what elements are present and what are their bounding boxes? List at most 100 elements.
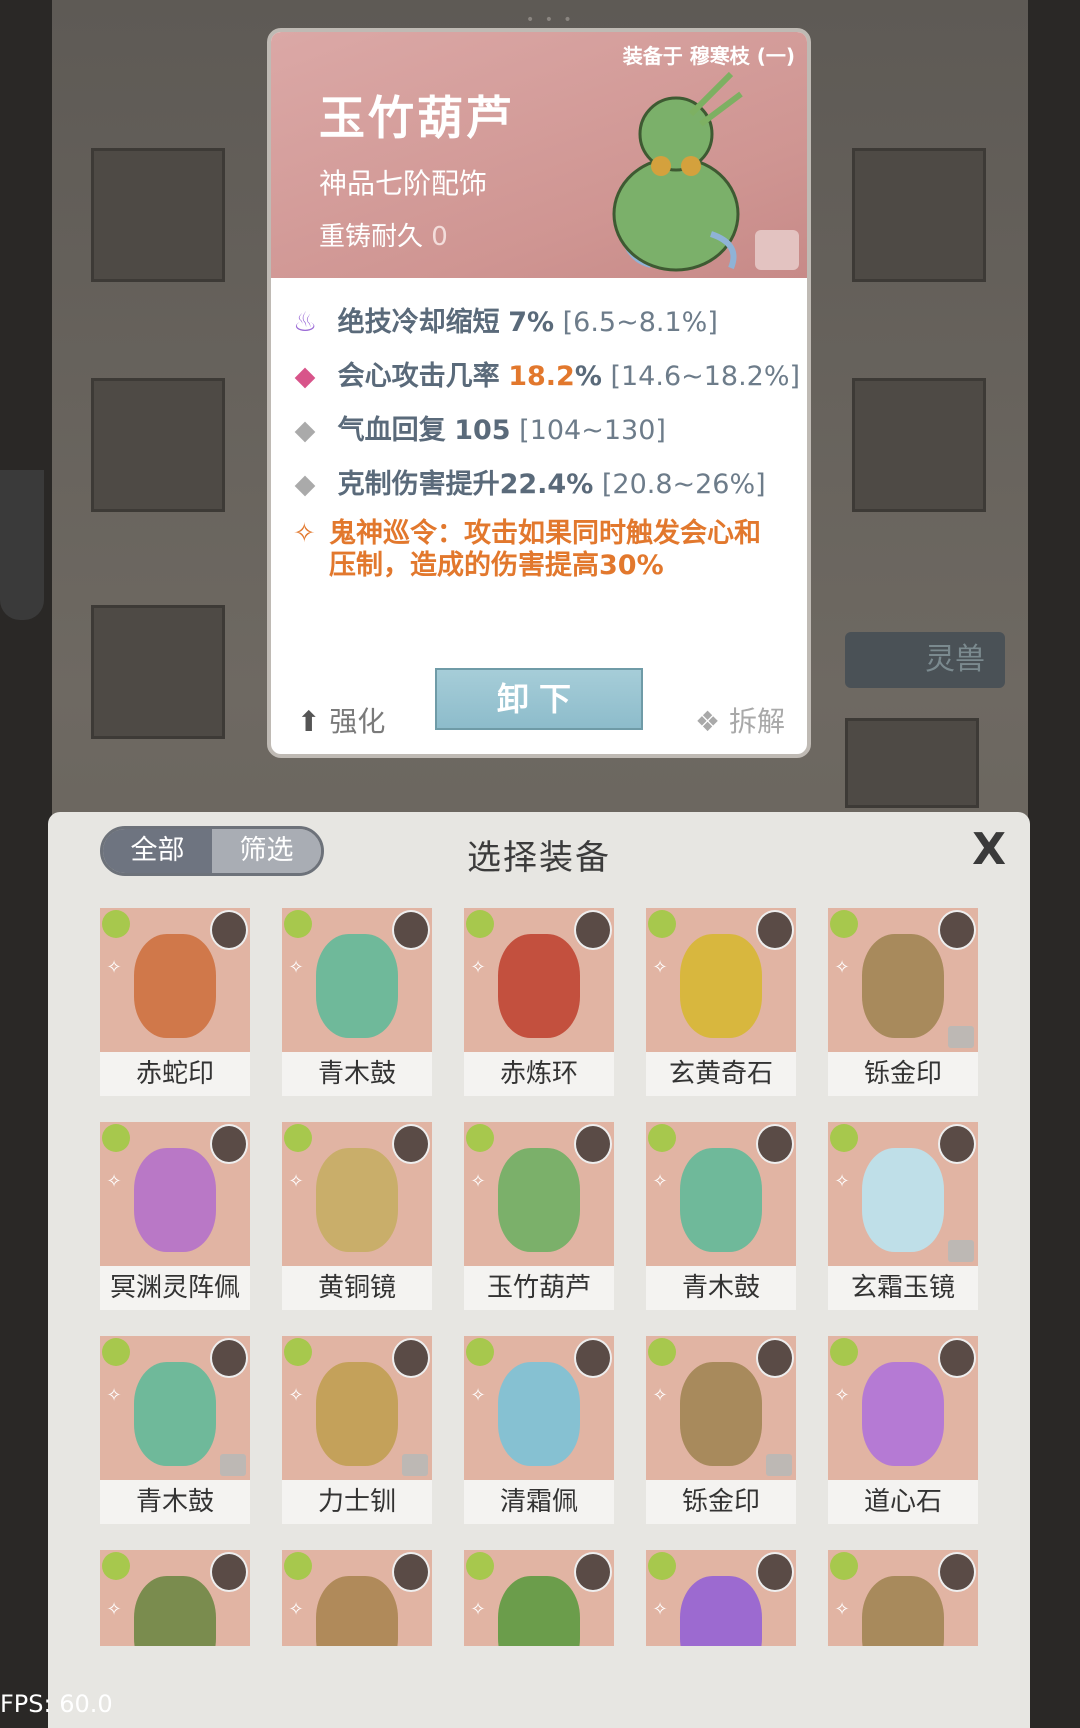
equipment-thumbnail: ✧ (828, 1550, 978, 1646)
equipment-item[interactable]: ✧ 青木鼓 (100, 1336, 250, 1524)
equipment-art-icon (862, 934, 944, 1038)
quality-badge-icon (830, 1124, 858, 1152)
equipment-item[interactable]: ✧ 玄霜玉镜 (828, 1122, 978, 1310)
equipment-art-icon (498, 1148, 580, 1252)
equipment-thumbnail: ✧ (282, 1550, 432, 1646)
equipment-name: 玉竹葫芦 (464, 1266, 614, 1310)
effect-badge-icon: ✧ (470, 1599, 486, 1620)
equipment-item[interactable]: ✧ (828, 1550, 978, 1646)
owner-avatar (392, 910, 430, 950)
equipment-art-icon (134, 1576, 216, 1646)
lock-icon (402, 1454, 428, 1476)
quality-badge-icon (466, 910, 494, 938)
equipment-art-icon (316, 1576, 398, 1646)
owner-avatar (574, 1552, 612, 1592)
quality-badge-icon (284, 1124, 312, 1152)
effect-badge-icon: ✧ (652, 957, 668, 978)
effect-badge-icon: ✧ (652, 1385, 668, 1406)
equipment-name: 冥渊灵阵佩 (100, 1266, 250, 1310)
quality-badge-icon (830, 1552, 858, 1580)
up-arrow-icon: ⬆ (297, 705, 321, 738)
owner-avatar (938, 1338, 976, 1378)
attr-value-suffix: % (574, 361, 602, 392)
equipment-item[interactable]: ✧ 赤蛇印 (100, 908, 250, 1096)
owner-avatar (574, 1124, 612, 1164)
equipment-art-icon (862, 1576, 944, 1646)
equipment-item[interactable]: ✧ 玉竹葫芦 (464, 1122, 614, 1310)
special-effect-line1: 鬼神巡令：攻击如果同时触发会心和 (329, 518, 761, 549)
owner-avatar (210, 1124, 248, 1164)
equipment-item[interactable]: ✧ (282, 1550, 432, 1646)
equipment-name: 铄金印 (646, 1480, 796, 1524)
effect-badge-icon: ✧ (106, 1171, 122, 1192)
item-header: 装备于 穆寒枝 (一) 玉竹葫芦 神品七阶配饰 重铸耐久 0 (271, 32, 807, 278)
item-name: 玉竹葫芦 (319, 91, 515, 145)
attr-range: [6.5~8.1%] (562, 307, 718, 338)
more-icon[interactable]: • • • (526, 12, 575, 28)
attr-row: ◆ 气血回复 105 [104~130] (293, 408, 666, 447)
equipment-art-icon (134, 1148, 216, 1252)
quality-badge-icon (830, 910, 858, 938)
equipment-item[interactable]: ✧ (646, 1550, 796, 1646)
equipment-thumbnail: ✧ (100, 1122, 250, 1266)
equipment-item[interactable]: ✧ 道心石 (828, 1336, 978, 1524)
equipment-item[interactable]: ✧ 力士钏 (282, 1336, 432, 1524)
quality-badge-icon (648, 1552, 676, 1580)
enhance-button[interactable]: ⬆ 强化 (297, 700, 385, 740)
attr-name: 克制伤害提升22.4% (337, 469, 594, 500)
bg-equip-slot (91, 378, 225, 512)
special-effect: ✧ 鬼神巡令：攻击如果同时触发会心和 压制，造成的伤害提高30% (293, 518, 793, 582)
equipment-item[interactable]: ✧ 玄黄奇石 (646, 908, 796, 1096)
equipment-item[interactable]: ✧ 铄金印 (646, 1336, 796, 1524)
equipment-art-icon (134, 934, 216, 1038)
owner-avatar (574, 910, 612, 950)
equipment-thumbnail: ✧ (828, 1122, 978, 1266)
quality-badge-icon (102, 1338, 130, 1366)
equipment-name: 青木鼓 (282, 1052, 432, 1096)
effect-badge-icon: ✧ (288, 1599, 304, 1620)
special-effect-line2: 压制，造成的伤害提高30% (329, 550, 664, 581)
owner-avatar (938, 910, 976, 950)
equipment-thumbnail: ✧ (282, 1122, 432, 1266)
quality-badge-icon (102, 910, 130, 938)
equipment-item[interactable]: ✧ 青木鼓 (282, 908, 432, 1096)
equipment-thumbnail: ✧ (646, 1122, 796, 1266)
jade-gourd-icon (612, 71, 743, 272)
quality-badge-icon (830, 1338, 858, 1366)
disassemble-icon: ❖ (694, 705, 721, 738)
attr-range: [104~130] (519, 415, 666, 446)
equipment-name: 玄黄奇石 (646, 1052, 796, 1096)
equipment-item[interactable]: ✧ (464, 1550, 614, 1646)
unequip-button[interactable]: 卸下 (435, 668, 643, 730)
owner-avatar (392, 1124, 430, 1164)
crit-diamond-icon: ◆ (294, 361, 316, 392)
equipment-item[interactable]: ✧ 黄铜镜 (282, 1122, 432, 1310)
equipment-item[interactable]: ✧ 铄金印 (828, 908, 978, 1096)
equipment-art-icon (498, 934, 580, 1038)
equipment-name: 赤蛇印 (100, 1052, 250, 1096)
lock-button[interactable] (755, 230, 799, 270)
attr-row: ◆ 克制伤害提升22.4% [20.8~26%] (293, 462, 766, 501)
owner-avatar (210, 1338, 248, 1378)
durability-value: 0 (431, 222, 448, 252)
equipment-item[interactable]: ✧ 冥渊灵阵佩 (100, 1122, 250, 1310)
quality-badge-icon (284, 1338, 312, 1366)
bg-equip-slot (91, 605, 225, 739)
equipment-item[interactable]: ✧ 青木鼓 (646, 1122, 796, 1310)
owner-avatar (392, 1338, 430, 1378)
equipment-item[interactable]: ✧ 清霜佩 (464, 1336, 614, 1524)
equipment-thumbnail: ✧ (464, 1550, 614, 1646)
quality-badge-icon (466, 1124, 494, 1152)
equipment-name: 青木鼓 (100, 1480, 250, 1524)
owner-avatar (392, 1552, 430, 1592)
disassemble-button[interactable]: ❖ 拆解 (695, 700, 785, 740)
effect-badge-icon: ✧ (652, 1171, 668, 1192)
close-icon[interactable]: X (972, 824, 1006, 875)
equipment-item[interactable]: ✧ 赤炼环 (464, 908, 614, 1096)
equipment-thumbnail: ✧ (282, 1336, 432, 1480)
equipment-name: 玄霜玉镜 (828, 1266, 978, 1310)
effect-badge-icon: ✧ (652, 1599, 668, 1620)
equipment-item[interactable]: ✧ (100, 1550, 250, 1646)
quality-badge-icon (284, 910, 312, 938)
owner-avatar (756, 1552, 794, 1592)
